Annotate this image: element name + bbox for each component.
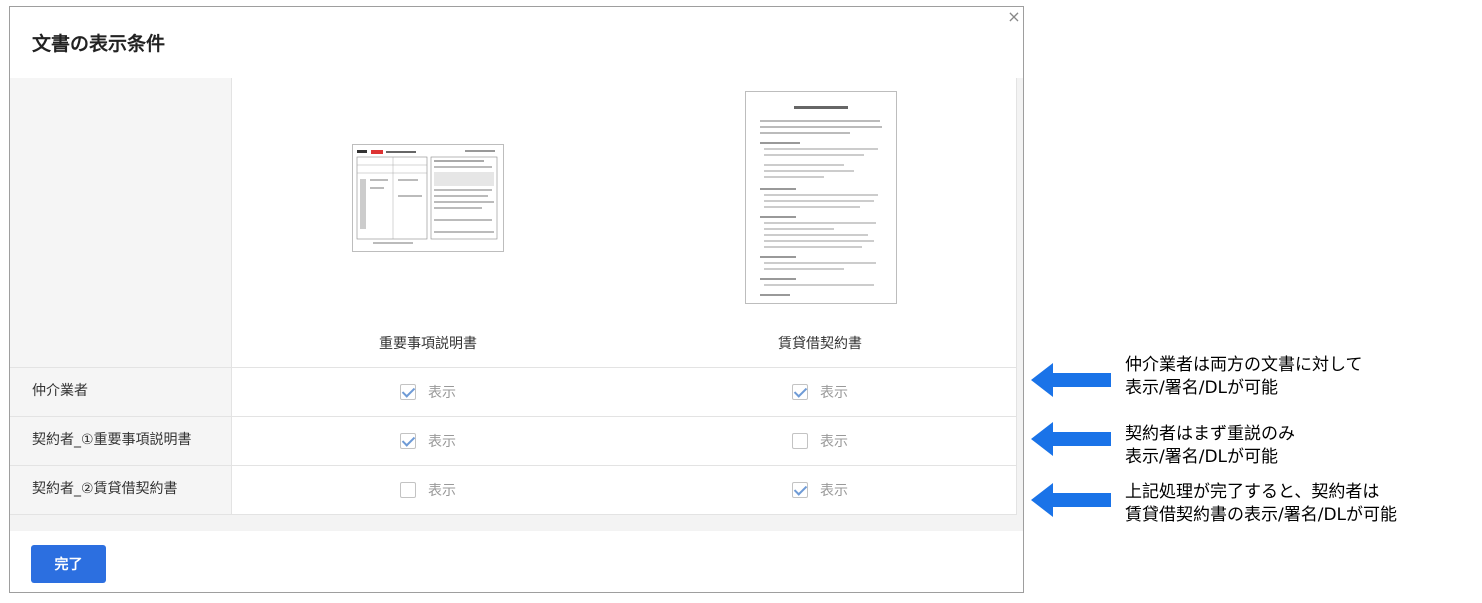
table-cell: 表示: [624, 368, 1016, 416]
arrow-left-icon: [1031, 422, 1111, 456]
table-border-right: [1016, 78, 1017, 515]
checkbox-label: 表示: [820, 483, 848, 499]
document-preview-image: [356, 150, 498, 244]
arrow-left-icon: [1031, 363, 1111, 397]
checkbox-checked[interactable]: [400, 384, 416, 400]
annotation-line: 表示/署名/DLが可能: [1125, 447, 1279, 467]
checkbox-checked[interactable]: [792, 482, 808, 498]
checkbox-label: 表示: [820, 434, 848, 450]
document-display-settings-dialog: 文書の表示条件 × 重要事項説明書 賃貸借契約書 仲介業者 表示 表示 契約者_…: [9, 6, 1024, 593]
document-thumbnail-important-matters: [352, 144, 504, 252]
table-cell: 表示: [232, 466, 624, 514]
annotation-line: 上記処理が完了すると、契約者は: [1125, 482, 1380, 502]
checkbox-unchecked[interactable]: [792, 433, 808, 449]
annotation-line: 契約者はまず重説のみ: [1125, 424, 1295, 444]
document-name: 重要事項説明書: [379, 336, 477, 352]
table-cell: 表示: [232, 417, 624, 465]
annotation-broker: 仲介業者は両方の文書に対して 表示/署名/DLが可能: [1125, 354, 1363, 400]
annotation-line: 賃貸借契約書の表示/署名/DLが可能: [1125, 505, 1398, 525]
row-label-contractor-important-matters: 契約者_①重要事項説明書: [32, 432, 192, 448]
table-cell: 表示: [624, 466, 1016, 514]
display-checkbox-broker-lease-contract[interactable]: 表示: [792, 382, 848, 402]
display-checkbox-contractor1-important-matters[interactable]: 表示: [400, 431, 456, 451]
row-label-contractor-lease-contract: 契約者_②賃貸借契約書: [32, 481, 178, 497]
permission-table: 重要事項説明書 賃貸借契約書 仲介業者 表示 表示 契約者_①重要事項説明書 表…: [10, 78, 1017, 515]
annotation-contractor-second: 上記処理が完了すると、契約者は 賃貸借契約書の表示/署名/DLが可能: [1125, 481, 1397, 527]
arrow-left-icon: [1031, 483, 1111, 517]
display-checkbox-contractor1-lease-contract[interactable]: 表示: [792, 431, 848, 451]
annotation-line: 仲介業者は両方の文書に対して: [1125, 355, 1363, 375]
checkbox-unchecked[interactable]: [400, 482, 416, 498]
display-checkbox-broker-important-matters[interactable]: 表示: [400, 382, 456, 402]
row-label-broker: 仲介業者: [32, 383, 88, 399]
checkbox-label: 表示: [820, 385, 848, 401]
done-button[interactable]: 完了: [31, 545, 106, 583]
checkbox-label: 表示: [428, 434, 456, 450]
document-header-important-matters: 重要事項説明書: [232, 78, 624, 368]
close-icon[interactable]: ×: [1007, 7, 1021, 27]
display-checkbox-contractor2-important-matters[interactable]: 表示: [400, 480, 456, 500]
checkbox-checked[interactable]: [792, 384, 808, 400]
document-thumbnail-lease-contract: [745, 91, 897, 304]
dialog-title: 文書の表示条件: [32, 33, 166, 55]
document-preview-image: [760, 106, 882, 296]
dialog-header: 文書の表示条件: [10, 7, 1023, 79]
document-name: 賃貸借契約書: [778, 336, 862, 352]
annotation-line: 表示/署名/DLが可能: [1125, 378, 1279, 398]
table-cell: 表示: [624, 417, 1016, 465]
annotation-contractor-first: 契約者はまず重説のみ 表示/署名/DLが可能: [1125, 423, 1295, 469]
display-checkbox-contractor2-lease-contract[interactable]: 表示: [792, 480, 848, 500]
checkbox-label: 表示: [428, 385, 456, 401]
checkbox-label: 表示: [428, 483, 456, 499]
dialog-body: 重要事項説明書 賃貸借契約書 仲介業者 表示 表示 契約者_①重要事項説明書 表…: [10, 78, 1023, 531]
document-header-lease-contract: 賃貸借契約書: [624, 78, 1016, 368]
table-divider: [10, 514, 1017, 515]
checkbox-checked[interactable]: [400, 433, 416, 449]
table-cell: 表示: [232, 368, 624, 416]
